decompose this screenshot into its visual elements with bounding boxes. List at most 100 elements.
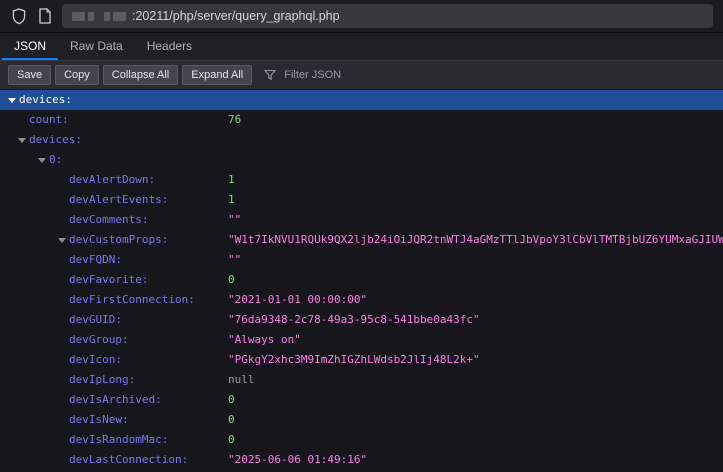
json-row-0[interactable]: 0:: [0, 150, 723, 170]
json-key: devGroup:: [69, 330, 129, 350]
twisty-expand-icon[interactable]: [8, 90, 19, 110]
json-value: "76da9348-2c78-49a3-95c8-541bbe0a43fc": [228, 310, 723, 330]
json-key: devIsArchived:: [69, 390, 162, 410]
filter-json-input[interactable]: [282, 68, 486, 82]
json-row-keycell: devIsRandomMac:: [0, 430, 228, 450]
json-row-keycell: devIsArchived:: [0, 390, 228, 410]
json-key: devIsNew:: [69, 410, 129, 430]
json-value: 0: [228, 390, 723, 410]
json-row-keycell: count:: [0, 110, 228, 130]
json-row-keycell: devGroup:: [0, 330, 228, 350]
json-key: devFQDN:: [69, 250, 122, 270]
filter-json-wrap: [264, 68, 715, 82]
json-value: "PGkgY2xhc3M9ImZhIGZhLWdsb2JlIj48L2k+": [228, 350, 723, 370]
tab-json[interactable]: JSON: [2, 33, 58, 60]
json-row-keycell: devGUID:: [0, 310, 228, 330]
json-row-keycell: devIcon:: [0, 350, 228, 370]
json-row-devFQDN[interactable]: devFQDN: "": [0, 250, 723, 270]
url-bar[interactable]: :20211/php/server/query_graphql.php: [62, 4, 713, 28]
page-info-icon[interactable]: [32, 3, 58, 29]
json-row-keycell: 0:: [0, 150, 228, 170]
json-row-keycell: devices:: [0, 90, 228, 110]
json-key: devGUID:: [69, 310, 122, 330]
json-key: devFirstConnection:: [69, 290, 195, 310]
json-row-devAlertEvents[interactable]: devAlertEvents: 1: [0, 190, 723, 210]
json-key: devLastConnection:: [69, 450, 188, 470]
json-key: devAlertDown:: [69, 170, 155, 190]
redacted-block: [113, 12, 126, 21]
json-row-devices[interactable]: devices:: [0, 130, 723, 150]
json-row-devFirstConnection[interactable]: devFirstConnection: "2021-01-01 00:00:00": [0, 290, 723, 310]
json-value: null: [228, 370, 723, 390]
tab-raw-data[interactable]: Raw Data: [58, 33, 135, 60]
redacted-block: [104, 12, 110, 21]
json-row-keycell: devIsNew:: [0, 410, 228, 430]
json-value: "": [228, 250, 723, 270]
tab-headers-label: Headers: [147, 39, 192, 53]
filter-icon: [264, 69, 276, 81]
json-viewer-tabbar: JSON Raw Data Headers: [0, 33, 723, 61]
shield-icon[interactable]: [6, 3, 32, 29]
json-row-devIsArchived[interactable]: devIsArchived: 0: [0, 390, 723, 410]
json-row-keycell: devComments:: [0, 210, 228, 230]
expand-all-button[interactable]: Expand All: [182, 65, 252, 85]
twisty-expand-icon[interactable]: [38, 150, 49, 170]
json-row-devIcon[interactable]: devIcon: "PGkgY2xhc3M9ImZhIGZhLWdsb2JlIj4…: [0, 350, 723, 370]
json-row-devComments[interactable]: devComments: "": [0, 210, 723, 230]
json-key: devices:: [29, 130, 82, 150]
json-value: 1: [228, 190, 723, 210]
json-row-keycell: devCustomProps:: [0, 230, 228, 250]
json-row-devCustomProps[interactable]: devCustomProps:"W1t7IkNVU1RQUk9QX2ljb24i…: [0, 230, 723, 250]
json-value: "2025-06-06 01:49:16": [228, 450, 723, 470]
copy-button[interactable]: Copy: [55, 65, 99, 85]
json-value: "Always on": [228, 330, 723, 350]
json-key: devIpLong:: [69, 370, 135, 390]
json-value: "": [228, 210, 723, 230]
redacted-block: [72, 12, 85, 21]
json-row-devIsNew[interactable]: devIsNew: 0: [0, 410, 723, 430]
json-value: 1: [228, 170, 723, 190]
json-value: "2021-01-01 00:00:00": [228, 290, 723, 310]
json-row-keycell: devAlertDown:: [0, 170, 228, 190]
twisty-expand-icon[interactable]: [18, 130, 29, 150]
tab-json-label: JSON: [14, 39, 46, 53]
tab-headers[interactable]: Headers: [135, 33, 204, 60]
browser-chrome: :20211/php/server/query_graphql.php: [0, 0, 723, 33]
json-key: devComments:: [69, 210, 148, 230]
json-row-count[interactable]: count: 76: [0, 110, 723, 130]
json-row-devAlertDown[interactable]: devAlertDown: 1: [0, 170, 723, 190]
json-row-devLastConnection[interactable]: devLastConnection: "2025-06-06 01:49:16": [0, 450, 723, 470]
json-row-devGroup[interactable]: devGroup: "Always on": [0, 330, 723, 350]
json-value: 76: [228, 110, 723, 130]
json-key: devFavorite:: [69, 270, 148, 290]
json-row-keycell: devAlertEvents:: [0, 190, 228, 210]
json-key: devices:: [19, 90, 72, 110]
save-button[interactable]: Save: [8, 65, 51, 85]
redacted-block: [88, 12, 94, 21]
json-row-keycell: devIpLong:: [0, 370, 228, 390]
json-row-devIpLong[interactable]: devIpLong: null: [0, 370, 723, 390]
json-value: 0: [228, 430, 723, 450]
json-value: "W1t7IkNVU1RQUk9QX2ljb24iOiJQR2tnWTJ4aGM…: [228, 230, 723, 250]
json-row-keycell: devFQDN:: [0, 250, 228, 270]
url-text: :20211/php/server/query_graphql.php: [132, 9, 340, 23]
json-value: 0: [228, 410, 723, 430]
json-toolbar: Save Copy Collapse All Expand All: [0, 61, 723, 90]
json-key: 0:: [49, 150, 62, 170]
json-row-devFavorite[interactable]: devFavorite: 0: [0, 270, 723, 290]
json-value: 0: [228, 270, 723, 290]
json-row-devGUID[interactable]: devGUID: "76da9348-2c78-49a3-95c8-541bbe0…: [0, 310, 723, 330]
json-row-keycell: devices:: [0, 130, 228, 150]
json-key: count:: [29, 110, 69, 130]
json-row-keycell: devFirstConnection:: [0, 290, 228, 310]
json-row-devIsRandomMac[interactable]: devIsRandomMac: 0: [0, 430, 723, 450]
json-row-keycell: devFavorite:: [0, 270, 228, 290]
json-key: devAlertEvents:: [69, 190, 168, 210]
twisty-expand-icon[interactable]: [58, 230, 69, 250]
json-row-keycell: devLastConnection:: [0, 450, 228, 470]
json-row-devices[interactable]: devices:: [0, 90, 723, 110]
json-key: devIcon:: [69, 350, 122, 370]
json-tree: devices:count:76devices:0:devAlertDown:1…: [0, 90, 723, 472]
collapse-all-button[interactable]: Collapse All: [103, 65, 178, 85]
json-key: devIsRandomMac:: [69, 430, 168, 450]
